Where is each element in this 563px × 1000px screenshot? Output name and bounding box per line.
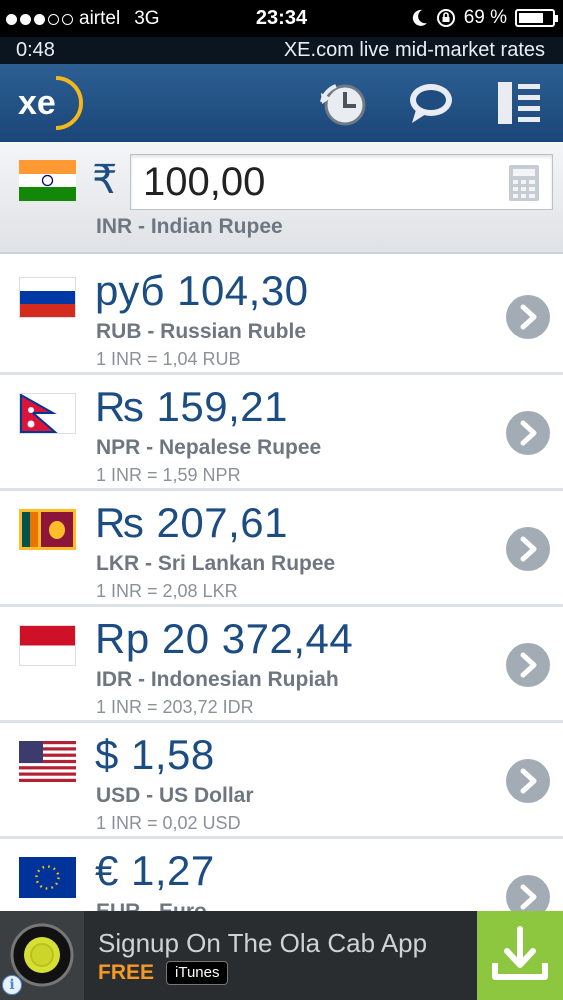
ad-info-icon[interactable]: i [2,975,22,995]
converted-amount: Rp 20 372,44 [95,615,354,662]
india-flag-icon[interactable] [19,160,76,201]
ad-title[interactable]: Signup On The Ola Cab App [98,928,427,959]
chevron-right-icon[interactable] [506,643,550,687]
chevron-right-icon[interactable] [506,411,550,455]
exchange-rate: 1 INR = 1,04 RUB [96,349,241,369]
elapsed-time: 0:48 [16,39,55,61]
chevron-right-icon[interactable] [506,527,550,571]
eu-flag-icon [19,857,76,898]
ad-price: FREE [98,961,155,984]
usa-flag-icon [19,741,76,782]
currency-row-rub[interactable]: руб 104,30 RUB - Russian Ruble 1 INR = 1… [0,259,563,375]
nepal-flag-icon [19,393,76,434]
moon-icon [412,9,427,26]
chat-icon[interactable] [406,78,456,128]
status-icons: 69 % [412,7,558,29]
battery-icon [515,9,558,27]
converted-amount: € 1,27 [95,847,215,894]
base-currency-name: INR - Indian Rupee [96,215,283,238]
russia-flag-icon [19,277,76,318]
xe-logo[interactable]: xe [16,74,86,132]
app-header: xe [0,64,563,142]
rotation-lock-icon [436,9,455,27]
itunes-badge: iTunes [166,961,229,985]
exchange-rate: 1 INR = 2,08 LKR [96,581,238,601]
currency-row-lkr[interactable]: ₨ 207,61 LKR - Sri Lankan Rupee 1 INR = … [0,491,563,607]
download-icon[interactable] [477,911,563,1000]
currency-row-idr[interactable]: Rp 20 372,44 IDR - Indonesian Rupiah 1 I… [0,607,563,723]
chevron-right-icon[interactable] [506,295,550,339]
ad-banner[interactable]: Signup On The Ola Cab App FREE iTunes [0,911,563,1000]
currency-name: LKR - Sri Lankan Rupee [96,552,336,575]
converted-amount: ₨ 207,61 [95,499,289,546]
currency-name: USD - US Dollar [96,784,254,807]
currency-name: RUB - Russian Ruble [96,320,307,343]
rates-info-bar: 0:48 XE.com live mid-market rates [0,37,563,64]
exchange-rate: 1 INR = 1,59 NPR [96,465,241,485]
battery-percent: 69 % [463,7,507,28]
converted-amount: ₨ 159,21 [95,383,289,430]
download-button[interactable] [477,911,563,1000]
chevron-right-icon[interactable] [506,759,550,803]
rates-source-title: XE.com live mid-market rates [283,39,545,61]
currency-row-npr[interactable]: ₨ 159,21 NPR - Nepalese Rupee 1 INR = 1,… [0,375,563,491]
base-currency-symbol: ₹ [92,158,118,202]
indonesia-flag-icon [19,625,76,666]
exchange-rate: 1 INR = 203,72 IDR [96,697,254,717]
exchange-rate: 1 INR = 0,02 USD [96,813,241,833]
sri-lanka-flag-icon [19,509,76,550]
currency-row-usd[interactable]: $ 1,58 USD - US Dollar 1 INR = 0,02 USD [0,723,563,839]
status-bar: airtel 3G 23:34 69 % [0,0,563,37]
currency-name: NPR - Nepalese Rupee [96,436,322,459]
converted-amount: $ 1,58 [95,731,215,778]
svg-text:xe: xe [18,84,56,122]
amount-value[interactable]: 100,00 [143,160,265,205]
calculator-icon[interactable] [508,164,540,202]
currency-name: IDR - Indonesian Rupiah [96,668,339,691]
amount-input[interactable]: 100,00 [130,154,553,210]
history-icon[interactable] [318,78,368,128]
converted-amount: руб 104,30 [95,267,309,314]
menu-icon[interactable] [494,78,544,128]
